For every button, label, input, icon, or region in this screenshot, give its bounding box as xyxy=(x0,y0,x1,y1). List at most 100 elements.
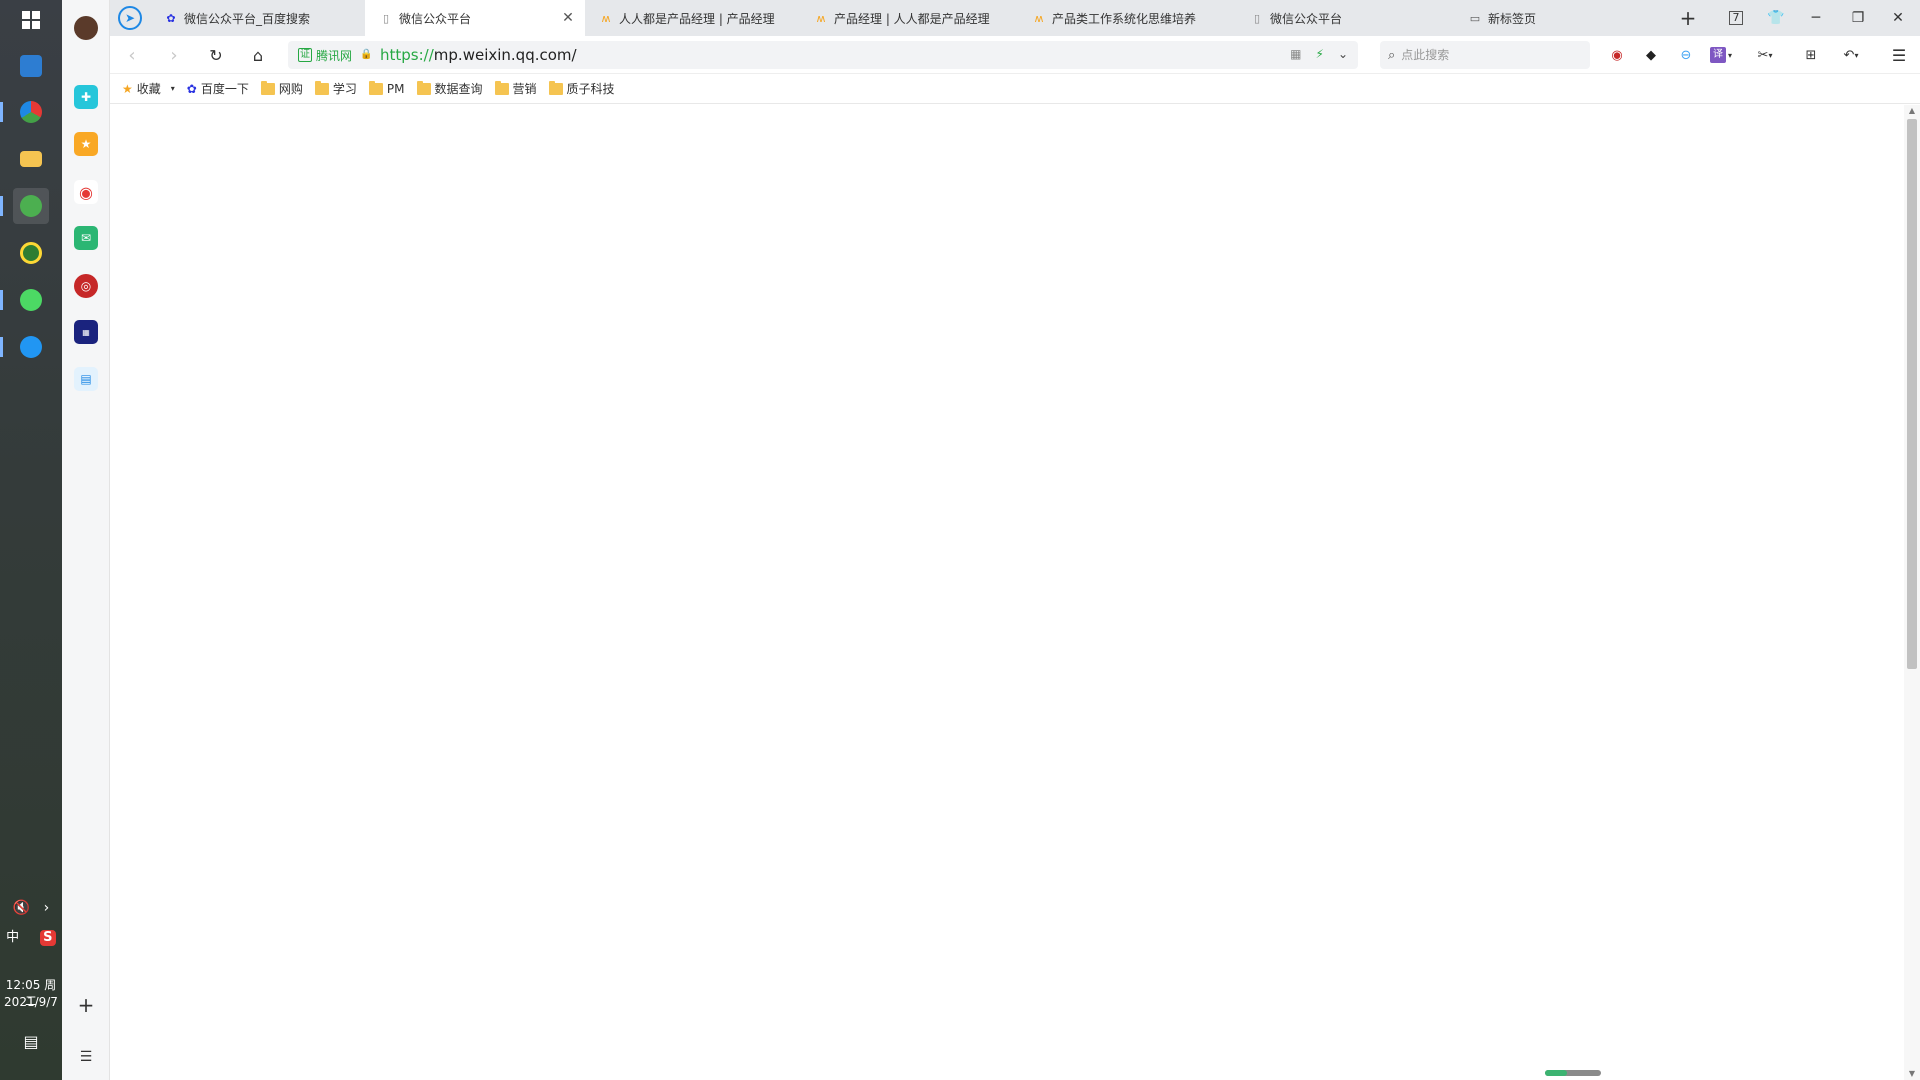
folder-icon xyxy=(260,80,275,95)
green-app-icon[interactable] xyxy=(0,188,49,224)
bookmark-folder-pm[interactable]: PM xyxy=(368,80,405,96)
volume-muted-icon[interactable]: 🔇 › xyxy=(0,900,62,916)
extension-red-icon[interactable]: ◉ xyxy=(1606,44,1628,66)
browser-sidebar: ✚ ★ ◉ ✉ ◎ ▦ ▤ + ☰ xyxy=(62,0,110,1080)
lock-icon[interactable]: 🔒 xyxy=(360,49,372,61)
tab-title: 微信公众平台 xyxy=(399,11,472,26)
scroll-up-icon[interactable]: ▲ xyxy=(1904,105,1920,117)
screenshot-scissors-icon[interactable]: ✂ ▾ xyxy=(1754,44,1776,66)
home-button[interactable]: ⌂ xyxy=(244,42,272,68)
tab-4[interactable]: ʍ 产品类工作系统化思维培养 xyxy=(1018,0,1236,36)
bookmark-favorites[interactable]: ★ 收藏 ▾ xyxy=(122,80,175,97)
verify-label: 腾讯网 xyxy=(316,48,353,63)
document-icon[interactable]: ▤ xyxy=(74,367,98,391)
evernote-icon[interactable]: ◆ xyxy=(1640,44,1662,66)
speed-mode-icon[interactable]: ⚡ xyxy=(1316,47,1324,61)
calculator-icon[interactable] xyxy=(13,48,49,84)
folder-icon xyxy=(416,80,431,95)
minimize-icon[interactable]: ─ xyxy=(1796,0,1836,36)
clock-date[interactable]: 2021/9/7 xyxy=(0,994,62,1010)
browser-logo-icon[interactable]: ➤ xyxy=(110,0,150,36)
translate-button[interactable]: 译 ▾ xyxy=(1710,44,1732,66)
add-app-icon[interactable] xyxy=(13,235,49,271)
chevron-down-icon[interactable]: ⌄ xyxy=(1338,47,1348,61)
news-icon[interactable]: ◎ xyxy=(74,274,98,298)
bookmark-label: 收藏 xyxy=(136,82,161,96)
restore-icon[interactable]: ❐ xyxy=(1838,0,1878,36)
feishu-icon[interactable] xyxy=(0,329,49,365)
bookmark-baidu[interactable]: ✿ 百度一下 xyxy=(187,80,249,97)
menu-icon[interactable]: ☰ xyxy=(1888,44,1910,66)
tab-2[interactable]: ʍ 人人都是产品经理 | 产品经理 xyxy=(585,0,800,36)
ime-label: 中 xyxy=(6,930,20,945)
windows-start-icon[interactable] xyxy=(13,2,49,38)
browser-app-icon[interactable] xyxy=(0,94,49,130)
bookmark-folder-data[interactable]: 数据查询 xyxy=(416,80,483,97)
page-content[interactable] xyxy=(110,105,1904,1080)
bookmark-label: 营销 xyxy=(512,82,537,96)
close-window-icon[interactable]: ✕ xyxy=(1878,0,1918,36)
site-verify-badge[interactable]: 证 腾讯网 xyxy=(298,47,352,64)
bookmark-folder-study[interactable]: 学习 xyxy=(314,80,357,97)
bookmark-label: 网购 xyxy=(278,82,303,96)
tab-0[interactable]: ✿ 微信公众平台_百度搜索 xyxy=(150,0,365,36)
forward-button[interactable]: › xyxy=(160,42,188,68)
url-scheme: https:// xyxy=(380,46,434,64)
favorites-star-icon[interactable]: ★ xyxy=(74,132,98,156)
skin-icon[interactable]: 👕 xyxy=(1756,0,1796,36)
folder-icon xyxy=(548,80,563,95)
address-actions: ▦ ⚡ ⌄ xyxy=(1290,47,1348,61)
folder-icon xyxy=(314,80,329,95)
extension-blue-icon[interactable]: ⊖ xyxy=(1675,44,1697,66)
tab-title: 微信公众平台_百度搜索 xyxy=(184,11,311,26)
url-text[interactable]: https://mp.weixin.qq.com/ xyxy=(380,46,577,64)
url-host: mp.weixin.qq.com/ xyxy=(433,46,577,64)
sidebar-add-button[interactable]: + xyxy=(74,993,98,1017)
tab-title: 产品经理 | 人人都是产品经理 xyxy=(834,11,990,26)
screen: 🔇 › 中 S 12:05 周二 2021/9/7 ▤ ✚ ★ ◉ ✉ ◎ ▦ … xyxy=(0,0,1920,1080)
new-tab-button[interactable]: + xyxy=(1668,0,1708,36)
avatar[interactable] xyxy=(74,16,98,40)
address-bar[interactable]: 证 腾讯网 🔒 https://mp.weixin.qq.com/ ▦ ⚡ ⌄ xyxy=(288,41,1358,69)
bookmark-label: PM xyxy=(386,81,405,96)
weibo-icon[interactable]: ◉ xyxy=(74,180,98,204)
wechat-icon[interactable] xyxy=(0,282,49,318)
tab-6[interactable]: ▭ 新标签页 xyxy=(1454,0,1654,36)
sidebar-menu-icon[interactable]: ☰ xyxy=(74,1045,98,1069)
reload-button[interactable]: ↻ xyxy=(202,42,230,68)
vertical-scrollbar[interactable]: ▲ ▼ xyxy=(1904,105,1920,1080)
scroll-down-icon[interactable]: ▼ xyxy=(1904,1068,1920,1080)
bookmark-label: 数据查询 xyxy=(434,82,483,96)
undo-icon[interactable]: ↶ ▾ xyxy=(1840,44,1862,66)
ime-indicator[interactable]: 中 S xyxy=(0,930,62,946)
apps-grid-icon[interactable]: ⊞ xyxy=(1800,44,1822,66)
bookmark-folder-shopping[interactable]: 网购 xyxy=(260,80,303,97)
baidu-icon: ✿ xyxy=(166,11,176,25)
tab-3[interactable]: ʍ 产品经理 | 人人都是产品经理 xyxy=(800,0,1018,36)
tab-1[interactable]: ▯ 微信公众平台 ✕ xyxy=(365,0,585,36)
tab-title: 新标签页 xyxy=(1488,11,1537,26)
tab-strip: ➤ ✿ 微信公众平台_百度搜索 ▯ 微信公众平台 ✕ ʍ 人人都是产品经理 | … xyxy=(110,0,1920,36)
tab-count-button[interactable]: 7 xyxy=(1716,0,1756,36)
bookmark-folder-marketing[interactable]: 营销 xyxy=(494,80,537,97)
dark-app-icon[interactable]: ▦ xyxy=(74,320,98,344)
bookmark-folder-proton[interactable]: 质子科技 xyxy=(548,80,615,97)
sidebar-app-icon[interactable]: ✚ xyxy=(74,85,98,109)
tab-5[interactable]: ▯ 微信公众平台 xyxy=(1236,0,1454,36)
translate-icon: 译 xyxy=(1710,47,1726,63)
tab-title: 产品类工作系统化思维培养 xyxy=(1052,11,1197,26)
file-explorer-icon[interactable] xyxy=(13,141,49,177)
search-input[interactable] xyxy=(1401,48,1572,62)
search-box[interactable]: ⌕ xyxy=(1380,41,1590,69)
qr-code-icon[interactable]: ▦ xyxy=(1290,47,1301,61)
close-tab-icon[interactable]: ✕ xyxy=(561,11,575,25)
notification-icon[interactable]: ▤ xyxy=(0,1034,62,1050)
windows-taskbar: 🔇 › 中 S 12:05 周二 2021/9/7 ▤ xyxy=(0,0,62,1080)
mail-icon[interactable]: ✉ xyxy=(74,226,98,250)
sogou-icon: S xyxy=(39,930,56,946)
search-icon: ⌕ xyxy=(1388,47,1396,63)
scrollbar-thumb[interactable] xyxy=(1907,119,1917,669)
tab-count: 7 xyxy=(1729,11,1743,25)
bookmark-label: 质子科技 xyxy=(566,82,615,96)
back-button[interactable]: ‹ xyxy=(118,42,146,68)
